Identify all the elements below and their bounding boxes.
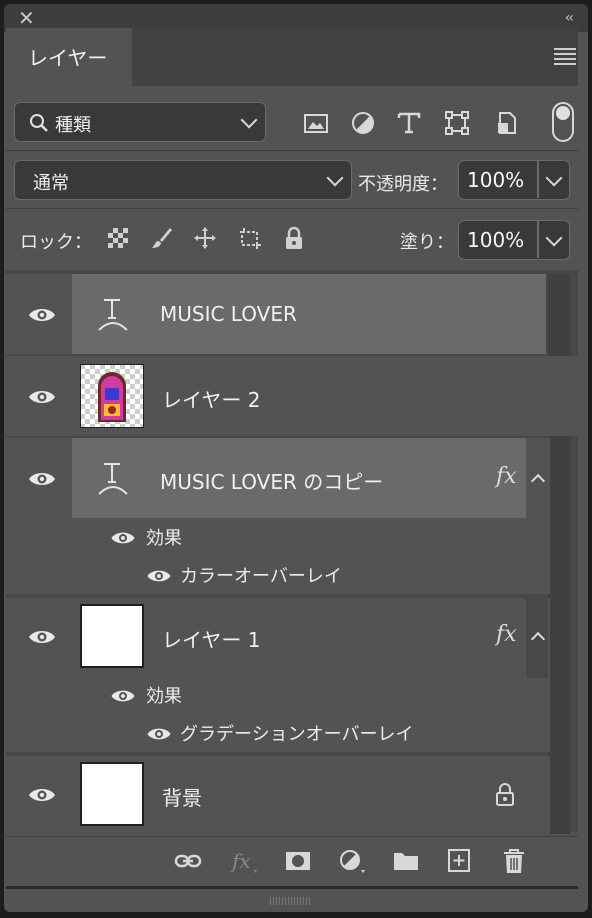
lock-position-move-icon[interactable] — [193, 226, 217, 250]
shape-filter-icon[interactable] — [444, 110, 470, 136]
effects-label[interactable]: 効果 — [146, 524, 182, 550]
layer-thumbnail — [80, 762, 144, 826]
type-filter-icon[interactable] — [396, 110, 422, 136]
svg-text:fx: fx — [230, 849, 251, 873]
layer-name[interactable]: MUSIC LOVER — [160, 302, 297, 326]
visibility-eye-icon[interactable] — [28, 786, 56, 804]
effects-label[interactable]: 効果 — [146, 682, 182, 708]
lock-image-pixels-brush-icon[interactable] — [150, 226, 174, 250]
new-layer-icon[interactable] — [446, 848, 474, 874]
filter-kind-label: 種類 — [55, 115, 91, 136]
fx-icon[interactable]: fx — [496, 622, 517, 647]
lock-label: ロック： — [20, 232, 92, 253]
visibility-eye-icon[interactable] — [28, 628, 56, 646]
group-folder-icon[interactable] — [392, 848, 420, 874]
visibility-eye-icon[interactable] — [28, 388, 56, 406]
effect-item[interactable]: グラデーションオーバーレイ — [180, 720, 413, 746]
adjustment-layer-icon[interactable] — [338, 848, 366, 874]
visibility-eye-icon[interactable] — [28, 470, 56, 488]
trash-icon[interactable] — [500, 848, 528, 874]
add-mask-icon[interactable] — [284, 848, 312, 874]
layer-name[interactable]: MUSIC LOVER のコピー — [160, 466, 383, 495]
image-filter-icon[interactable] — [303, 110, 329, 136]
blend-mode-value: 通常 — [33, 173, 69, 194]
layer-name[interactable]: 背景 — [162, 782, 202, 811]
fill-label: 塗り： — [400, 232, 454, 253]
filter-toggle[interactable] — [552, 102, 574, 142]
visibility-eye-icon[interactable] — [110, 688, 136, 704]
visibility-eye-icon[interactable] — [110, 530, 136, 546]
layer-row[interactable] — [72, 274, 546, 354]
layer-name[interactable]: レイヤー 2 — [162, 384, 260, 413]
divider — [6, 208, 578, 209]
chevron-down-icon[interactable] — [545, 169, 563, 187]
panel-menu-icon[interactable] — [554, 48, 576, 66]
layer-name[interactable]: レイヤー 1 — [162, 624, 260, 653]
filter-kind-select[interactable]: 種類 — [14, 102, 266, 142]
tab-layers[interactable]: レイヤー — [6, 28, 132, 86]
fill-value: 100% — [467, 228, 525, 252]
visibility-eye-icon[interactable] — [146, 568, 172, 584]
opacity-label: 不透明度： — [358, 174, 448, 195]
jukebox-thumbnail — [80, 364, 144, 428]
link-layers-icon[interactable] — [174, 848, 202, 874]
lock-transparent-pixels-icon[interactable] — [106, 226, 130, 250]
chevron-down-icon — [326, 169, 344, 187]
lock-all-icon[interactable] — [282, 226, 306, 250]
divider — [6, 150, 578, 151]
visibility-eye-icon[interactable] — [146, 726, 172, 742]
visibility-eye-icon[interactable] — [28, 306, 56, 324]
layer-lock-icon — [496, 783, 514, 806]
resize-grip[interactable] — [270, 890, 314, 905]
chevron-down-icon — [240, 111, 258, 129]
fx-icon[interactable]: fx — [230, 848, 258, 874]
smart-object-filter-icon[interactable] — [494, 110, 520, 136]
text-layer-icon — [98, 299, 128, 331]
close-icon[interactable]: ✕ — [18, 6, 35, 30]
opacity-field[interactable]: 100% — [458, 160, 570, 200]
effect-item[interactable]: カラーオーバーレイ — [180, 562, 342, 588]
text-layer-icon — [98, 463, 128, 495]
opacity-value: 100% — [467, 168, 525, 192]
blend-mode-select[interactable]: 通常 — [14, 160, 352, 200]
search-icon — [30, 114, 48, 132]
collapse-icon[interactable]: ‹‹ — [565, 7, 574, 29]
layer-thumbnail — [80, 604, 144, 668]
fx-icon[interactable]: fx — [496, 464, 517, 489]
adjustment-filter-icon[interactable] — [350, 110, 376, 136]
fill-field[interactable]: 100% — [458, 220, 570, 260]
chevron-down-icon[interactable] — [545, 229, 563, 247]
lock-artboard-icon[interactable] — [238, 226, 262, 250]
